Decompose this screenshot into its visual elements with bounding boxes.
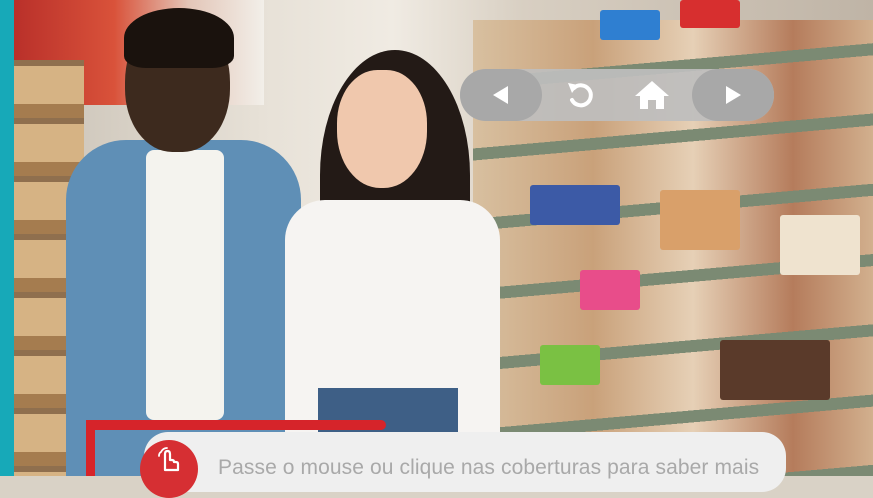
product: [530, 185, 620, 225]
hint-text: Passe o mouse ou clique nas coberturas p…: [218, 456, 760, 479]
cart-frame: [86, 420, 95, 476]
product: [720, 340, 830, 400]
accent-bar: [0, 0, 14, 476]
woman-face: [337, 70, 427, 188]
man-hair: [124, 8, 234, 68]
chevron-right-icon: [726, 86, 741, 104]
hand-pointer-icon: [158, 447, 180, 472]
reload-icon: [568, 83, 593, 108]
next-button[interactable]: [692, 69, 774, 121]
previous-button[interactable]: [460, 69, 542, 121]
reload-button[interactable]: [552, 69, 608, 121]
chevron-left-icon: [493, 86, 508, 104]
home-button[interactable]: [622, 69, 682, 121]
product: [540, 345, 600, 385]
product: [580, 270, 640, 310]
navigation-bar: [460, 69, 774, 121]
home-icon: [635, 81, 669, 109]
product: [600, 10, 660, 40]
cart-handle: [86, 420, 386, 430]
product: [660, 190, 740, 250]
product: [780, 215, 860, 275]
product: [680, 0, 740, 28]
man-tshirt: [146, 150, 224, 420]
hint-icon-badge: [140, 440, 198, 498]
